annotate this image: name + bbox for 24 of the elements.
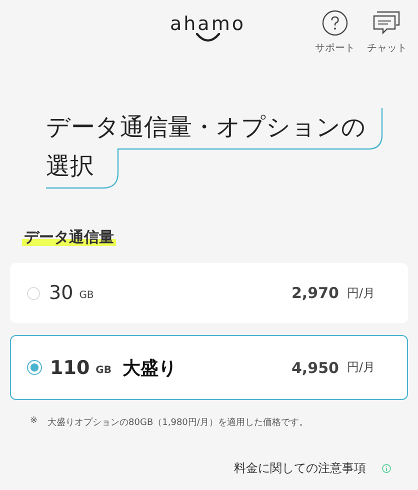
price: 4,950 <box>292 358 339 376</box>
note-mark: ※ <box>30 416 38 428</box>
plan-label: 大盛り <box>122 356 177 380</box>
price-unit: 円/月 <box>346 359 375 376</box>
page-title: 選択 <box>46 152 94 180</box>
note-text: 大盛りオプションの80GB（1,980円/月）を適用した価格です。 <box>48 416 308 429</box>
help-icon <box>322 10 348 36</box>
data-amount: 30 <box>49 282 74 304</box>
radio-button[interactable] <box>27 360 42 375</box>
chat-icon <box>373 10 401 36</box>
price: 2,970 <box>292 284 339 302</box>
chat-button[interactable]: チャット <box>364 10 410 55</box>
page-title: データ通信量・オプションの <box>46 113 366 141</box>
plan-option[interactable]: 110 GB 大盛り 4,950 円/月 <box>10 335 408 400</box>
support-button[interactable]: サポート <box>312 10 358 55</box>
plan-option[interactable]: 30 GB 2,970 円/月 <box>10 263 408 323</box>
data-unit: GB <box>79 290 94 301</box>
pricing-notes-link[interactable]: 料金に関しての注意事項 <box>234 460 366 477</box>
data-amount: 110 <box>50 356 90 378</box>
info-icon[interactable] <box>382 464 391 473</box>
logo[interactable]: ahamo <box>170 14 246 34</box>
price-unit: 円/月 <box>346 284 375 302</box>
smile-icon <box>194 33 221 42</box>
data-unit: GB <box>96 364 112 376</box>
